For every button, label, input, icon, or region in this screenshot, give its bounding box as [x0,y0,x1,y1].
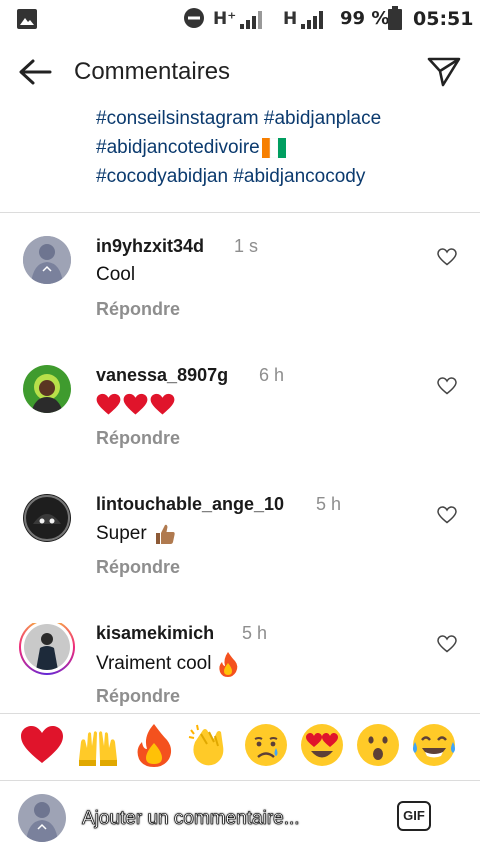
like-heart-icon[interactable] [437,635,457,653]
ivory-coast-flag-icon [261,137,286,158]
like-heart-icon[interactable] [437,506,457,524]
status-bar: H⁺ H 99 % 05:51 [0,0,480,38]
reply-button[interactable]: Répondre [96,557,180,578]
signal-icon [240,11,262,29]
comment-composer: Ajouter un commentaire... GIF [0,781,480,854]
hashtag-abidjancotedivoire[interactable]: #abidjancotedivoire [96,133,260,162]
reply-button[interactable]: Répondre [96,686,180,707]
fire-emoji-icon [219,652,238,677]
heart-eyes-face-icon[interactable] [299,722,345,768]
app-bar: Commentaires [0,38,480,106]
clapping-hands-icon[interactable] [187,722,233,768]
send-direct-icon[interactable] [426,56,462,88]
gallery-icon [17,9,37,29]
do-not-disturb-icon [184,8,204,28]
network-type-1: H⁺ [213,9,237,29]
avatar[interactable] [23,365,71,413]
fire-icon[interactable] [131,722,177,768]
avatar-story-ring[interactable] [19,623,75,675]
post-caption: #conseilsinstagram #abidjanplace #abidja… [96,104,466,191]
network-type-2: H [283,9,298,29]
comment-time: 1 s [234,236,259,256]
comment-text: Vraiment cool [96,651,239,677]
crying-face-icon[interactable] [243,722,289,768]
quick-reactions-bar [0,714,480,780]
like-heart-icon[interactable] [437,248,457,266]
comment-text-content: Cool [96,264,136,285]
battery-icon [388,6,402,30]
comment-item: kisamekimich 5 h Vraiment cool Répondre [0,623,480,713]
red-heart-emoji-icon [96,393,121,415]
comment-item: lintouchable_ange_10 5 h Super Répondre [0,494,480,614]
astonished-face-icon[interactable] [355,722,401,768]
my-avatar [18,794,66,842]
red-heart-icon[interactable] [19,722,65,768]
comment-text: Cool [96,264,135,286]
clock: 05:51 [413,8,474,30]
avatar[interactable] [23,236,71,284]
comment-item: vanessa_8907g 6 h Répondre [0,365,480,485]
comment-text [96,393,175,416]
comment-username[interactable]: kisamekimich [96,623,214,644]
comment-input[interactable]: Ajouter un commentaire... [82,808,300,830]
hashtag-line-1[interactable]: #conseilsinstagram #abidjanplace [96,104,466,133]
divider [0,212,480,213]
comment-time: 6 h [259,365,285,385]
hashtag-line-2: #abidjancotedivoire [96,133,466,162]
red-heart-emoji-icon [123,393,148,415]
reply-button[interactable]: Répondre [96,428,180,449]
tears-of-joy-face-icon[interactable] [411,722,457,768]
gif-button[interactable]: GIF [397,801,431,831]
comment-item: in9yhzxit34d 1 s Cool Répondre [0,236,480,356]
comment-text-content: Super [96,523,147,544]
reply-button[interactable]: Répondre [96,299,180,320]
page-title: Commentaires [74,58,231,85]
comment-username[interactable]: lintouchable_ange_10 [96,494,284,515]
comment-text-content: Vraiment cool [96,653,212,674]
red-heart-emoji-icon [150,393,175,415]
comment-username[interactable]: in9yhzxit34d [96,236,204,257]
back-arrow-icon[interactable] [18,58,52,86]
signal-icon-2 [301,11,323,29]
avatar[interactable] [23,494,71,542]
thumbs-up-emoji-icon [155,524,175,544]
like-heart-icon[interactable] [437,377,457,395]
battery-percent: 99 % [340,8,390,29]
raising-hands-icon[interactable] [75,722,121,768]
comment-text: Super [96,522,177,546]
hashtag-line-3[interactable]: #cocodyabidjan #abidjancocody [96,162,466,191]
comment-username[interactable]: vanessa_8907g [96,365,228,386]
comment-time: 5 h [316,494,342,514]
comment-time: 5 h [242,623,268,643]
